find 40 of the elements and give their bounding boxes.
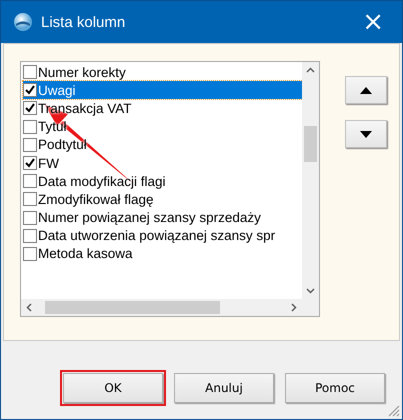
checkbox[interactable] xyxy=(23,192,37,206)
list-item[interactable]: Tytuł xyxy=(23,118,302,136)
window-title: Lista kolumn xyxy=(41,14,126,30)
app-logo-icon xyxy=(13,12,33,32)
list-item[interactable]: Numer korekty xyxy=(23,63,302,82)
up-triangle-icon xyxy=(360,86,372,94)
list-item[interactable]: Zmodyfikował flagę xyxy=(23,190,302,208)
list-item[interactable]: Uwagi xyxy=(23,81,302,100)
chevron-down-icon[interactable] xyxy=(306,288,315,294)
checkbox[interactable] xyxy=(23,156,37,170)
scroll-thumb[interactable] xyxy=(45,301,220,314)
checkbox[interactable] xyxy=(23,138,37,152)
checkbox[interactable] xyxy=(23,228,37,243)
list-item[interactable]: Numer powiązanej szansy sprzedaży xyxy=(23,208,302,227)
dialog-button[interactable]: Pomoc xyxy=(285,373,385,403)
checkbox[interactable] xyxy=(23,65,37,80)
dialog-button[interactable]: OK xyxy=(63,373,163,403)
close-button[interactable]: × xyxy=(358,9,388,35)
checkbox[interactable] xyxy=(23,101,37,116)
move-down-button[interactable] xyxy=(345,120,387,148)
checkbox[interactable] xyxy=(23,120,37,134)
vertical-scrollbar[interactable] xyxy=(302,62,319,299)
checkbox[interactable] xyxy=(23,174,37,188)
list-item[interactable]: Metoda kasowa xyxy=(23,244,302,264)
chevron-right-icon[interactable] xyxy=(291,303,297,312)
horizontal-scrollbar[interactable] xyxy=(21,299,302,316)
scroll-thumb[interactable] xyxy=(304,126,317,162)
list-item[interactable]: FW xyxy=(23,154,302,172)
checkbox[interactable] xyxy=(23,246,37,261)
list-item[interactable]: Data utworzenia powiązanej szansy spr xyxy=(23,226,302,245)
checkbox[interactable] xyxy=(23,210,37,225)
down-triangle-icon xyxy=(360,130,372,138)
move-up-button[interactable] xyxy=(345,76,387,104)
chevron-left-icon[interactable] xyxy=(26,303,32,312)
dialog-button[interactable]: Anuluj xyxy=(174,373,274,403)
list-item[interactable]: Data modyfikacji flagi xyxy=(23,172,302,190)
list-item[interactable]: Podtytuł xyxy=(23,136,302,154)
chevron-up-icon[interactable] xyxy=(306,67,315,73)
resize-grip-icon[interactable] xyxy=(388,405,400,417)
checkbox[interactable] xyxy=(23,83,37,98)
